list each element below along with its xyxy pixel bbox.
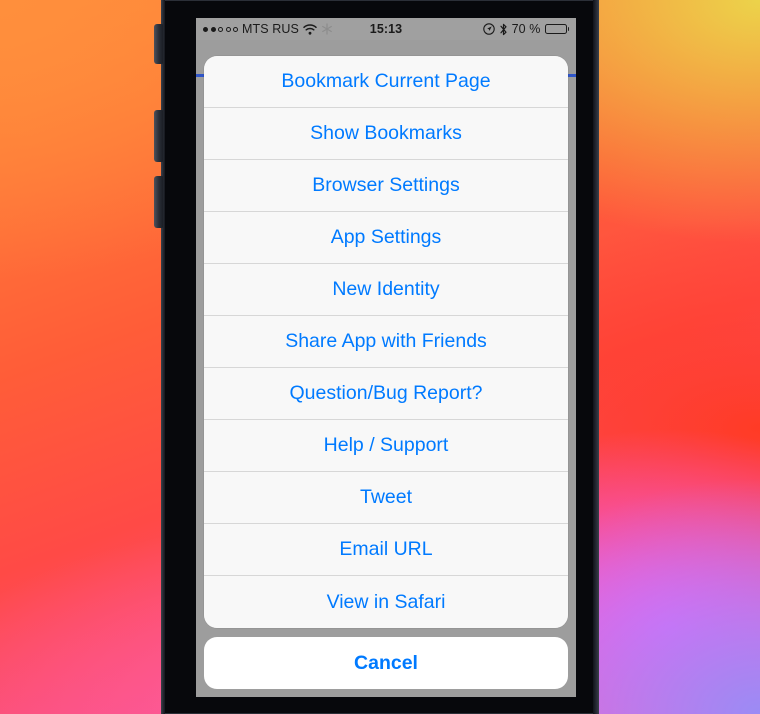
action-sheet-item-question-bug-report[interactable]: Question/Bug Report? — [204, 368, 568, 420]
action-sheet-item-help-support[interactable]: Help / Support — [204, 420, 568, 472]
status-bar: MTS RUS 15:13 70 % — [196, 18, 576, 40]
silent-switch[interactable] — [154, 24, 163, 64]
volume-up-button[interactable] — [154, 110, 163, 162]
action-sheet-item-bookmark-current-page[interactable]: Bookmark Current Page — [204, 56, 568, 108]
action-sheet-item-email-url[interactable]: Email URL — [204, 524, 568, 576]
iphone-device-frame: MTS RUS 15:13 70 % Bookmark Current Page… — [154, 0, 599, 714]
action-sheet-item-view-in-safari[interactable]: View in Safari — [204, 576, 568, 628]
action-sheet-item-browser-settings[interactable]: Browser Settings — [204, 160, 568, 212]
wifi-icon — [303, 23, 317, 35]
phone-screen: MTS RUS 15:13 70 % Bookmark Current Page… — [196, 18, 576, 697]
status-bar-right: 70 % — [402, 22, 570, 36]
location-arrow-icon — [482, 23, 495, 35]
carrier-label: MTS RUS — [242, 22, 299, 36]
status-bar-left: MTS RUS — [203, 22, 370, 36]
action-sheet: Bookmark Current Page Show Bookmarks Brows… — [204, 56, 568, 689]
action-sheet-item-tweet[interactable]: Tweet — [204, 472, 568, 524]
device-right-edge — [593, 0, 599, 714]
action-sheet-item-new-identity[interactable]: New Identity — [204, 264, 568, 316]
device-left-edge — [161, 0, 165, 714]
cellular-signal-icon — [203, 26, 238, 32]
battery-icon — [544, 23, 570, 35]
action-sheet-item-app-settings[interactable]: App Settings — [204, 212, 568, 264]
clock-label: 15:13 — [369, 22, 403, 36]
action-sheet-item-show-bookmarks[interactable]: Show Bookmarks — [204, 108, 568, 160]
bluetooth-icon — [499, 23, 508, 36]
snowflake-icon — [321, 23, 333, 35]
battery-percent-label: 70 % — [511, 22, 541, 36]
action-sheet-item-share-app-with-friends[interactable]: Share App with Friends — [204, 316, 568, 368]
cancel-button[interactable]: Cancel — [204, 637, 568, 689]
action-sheet-options: Bookmark Current Page Show Bookmarks Brows… — [204, 56, 568, 628]
volume-down-button[interactable] — [154, 176, 163, 228]
